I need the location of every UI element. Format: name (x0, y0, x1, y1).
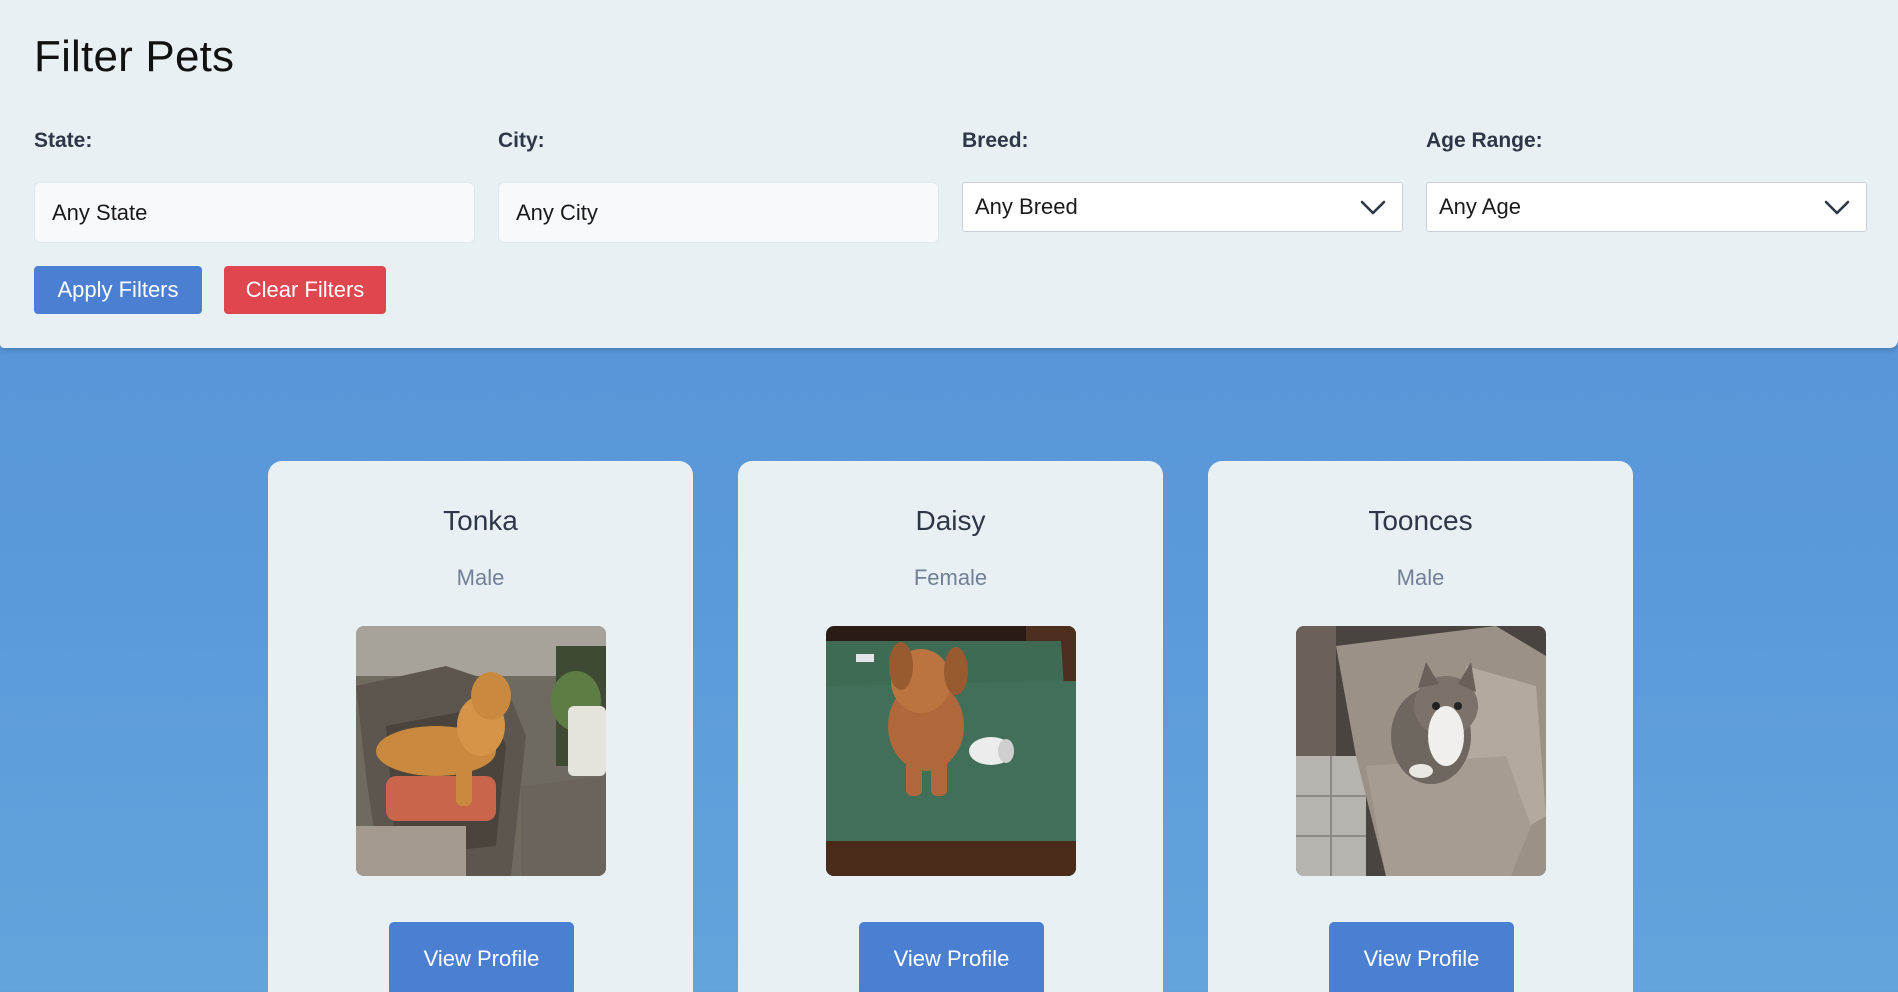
pet-card: Daisy Female View Profile (738, 461, 1163, 992)
age-select-value: Any Age (1439, 194, 1521, 219)
state-field: State: (34, 126, 475, 243)
clear-filters-button[interactable]: Clear Filters (224, 266, 386, 314)
city-field: City: (498, 126, 939, 243)
pet-gender: Male (456, 565, 505, 590)
view-profile-button[interactable]: View Profile (389, 922, 574, 992)
cat-on-couch-photo (1296, 626, 1546, 876)
age-field: Age Range: Any Age (1426, 126, 1867, 232)
pet-name: Toonces (1368, 505, 1473, 536)
breed-label: Breed: (962, 129, 1029, 152)
city-label: City: (498, 129, 545, 152)
pet-card: Tonka Male View Profile (268, 461, 693, 992)
state-input[interactable] (34, 182, 475, 243)
view-profile-button[interactable]: View Profile (1329, 922, 1514, 992)
breed-field: Breed: Any Breed (962, 126, 1403, 232)
dog-on-chair-photo (356, 626, 606, 876)
view-profile-button[interactable]: View Profile (859, 922, 1044, 992)
city-input[interactable] (498, 182, 939, 243)
age-label: Age Range: (1426, 129, 1543, 152)
state-label: State: (34, 129, 93, 152)
pet-name: Tonka (443, 505, 518, 536)
breed-select[interactable]: Any Breed (962, 182, 1403, 232)
pet-name: Daisy (915, 505, 986, 536)
chevron-down-icon (1360, 200, 1386, 215)
pet-card: Toonces Male View Profile (1208, 461, 1633, 992)
pet-gender: Female (913, 565, 988, 590)
breed-select-value: Any Breed (975, 194, 1078, 219)
pet-gender: Male (1396, 565, 1445, 590)
apply-filters-button[interactable]: Apply Filters (34, 266, 202, 314)
page-title: Filter Pets (34, 32, 235, 81)
filter-panel: Filter Pets State: City: Breed: Any Bree… (0, 0, 1898, 348)
dog-on-mat-photo (826, 626, 1076, 876)
chevron-down-icon (1824, 200, 1850, 215)
age-select[interactable]: Any Age (1426, 182, 1867, 232)
